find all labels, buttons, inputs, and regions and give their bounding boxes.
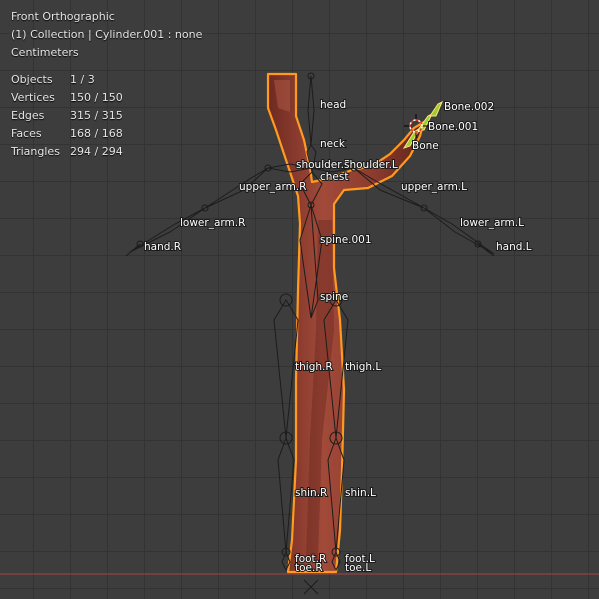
bone-label-shin-r: shin.R bbox=[295, 487, 327, 499]
bone-label-shoulder-r: shoulder.R bbox=[296, 159, 351, 171]
bone-head-shape[interactable] bbox=[307, 75, 315, 146]
bone-label-thigh-l: thigh.L bbox=[345, 361, 381, 373]
bone-label-shoulder-l: shoulder.L bbox=[344, 159, 398, 171]
bone-label-shin-l: shin.L bbox=[345, 487, 376, 499]
bone-label-toe-r: toe.R bbox=[295, 562, 323, 574]
bone-label-upper-arm-l: upper_arm.L bbox=[401, 181, 467, 193]
bone-label-bone-001: Bone.001 bbox=[428, 121, 478, 133]
bone-label-thigh-r: thigh.R bbox=[295, 361, 333, 373]
bone-lower-arm-l-shape[interactable] bbox=[423, 207, 495, 255]
bone-label-lower-arm-r: lower_arm.R bbox=[180, 217, 245, 229]
bone002-shape-selected[interactable] bbox=[429, 100, 443, 117]
bone-label-bone-002: Bone.002 bbox=[444, 101, 494, 113]
viewport-3d[interactable]: head neck shoulder.R shoulder.L chest up… bbox=[0, 0, 599, 599]
bone-label-spine: spine bbox=[320, 291, 348, 303]
bone-label-head: head bbox=[320, 99, 346, 111]
bone-label-upper-arm-r: upper_arm.R bbox=[239, 181, 306, 193]
bone-label-hand-l: hand.L bbox=[496, 241, 532, 253]
bone-label-lower-arm-l: lower_arm.L bbox=[460, 217, 524, 229]
bone-label-toe-l: toe.L bbox=[345, 562, 371, 574]
bone-label-neck: neck bbox=[320, 138, 346, 150]
bone-label-spine-001: spine.001 bbox=[320, 234, 372, 246]
bone-label-bone: Bone bbox=[412, 140, 439, 152]
bone-label-hand-r: hand.R bbox=[144, 241, 181, 253]
object-origin-icon bbox=[303, 579, 319, 595]
bone-label-chest: chest bbox=[320, 171, 348, 183]
